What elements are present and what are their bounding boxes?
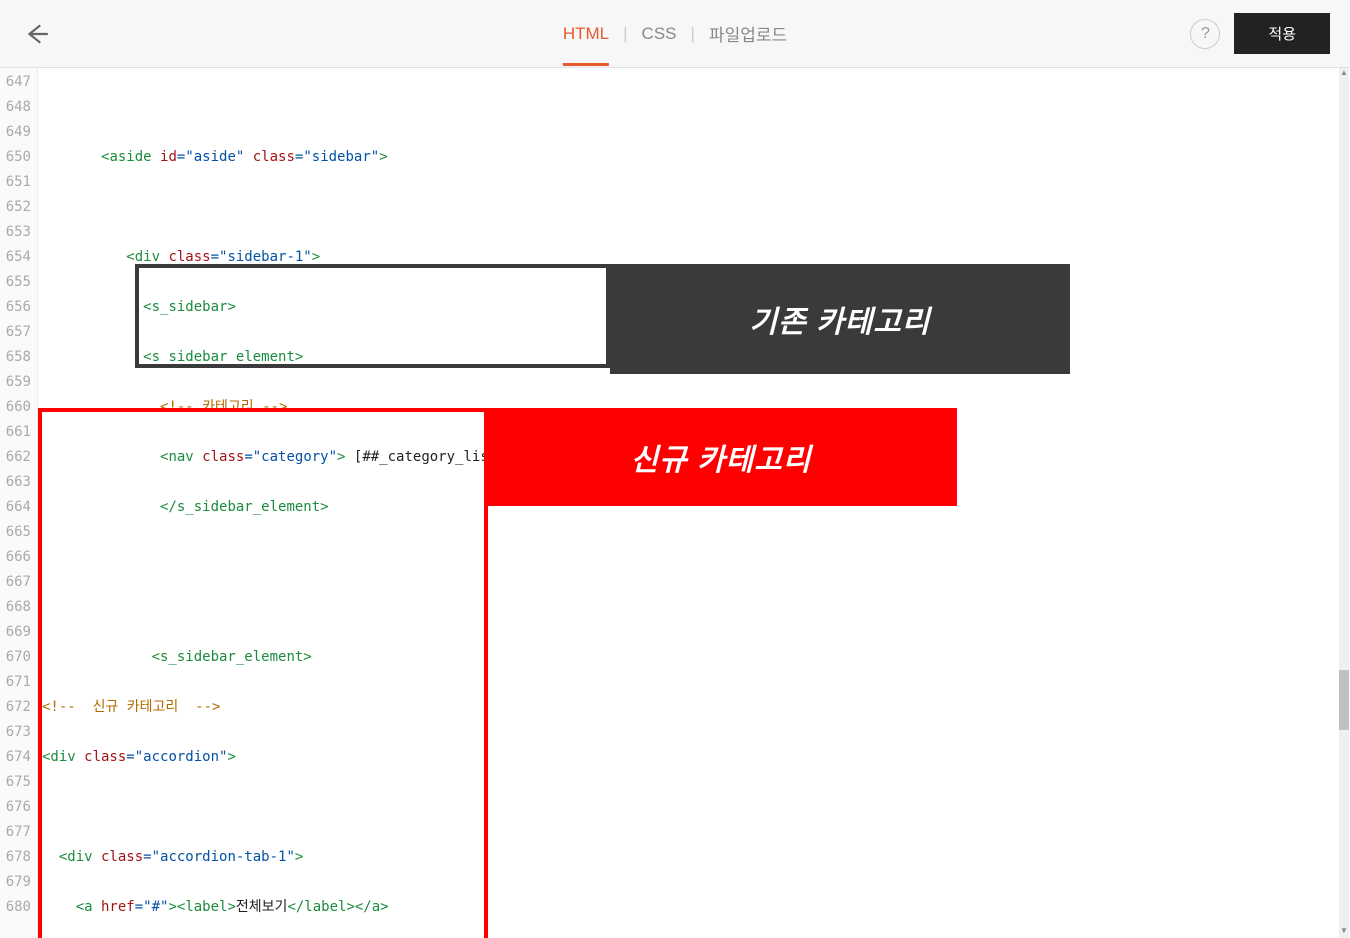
code-line	[42, 595, 1350, 620]
line-number: 680	[0, 895, 31, 920]
line-number: 673	[0, 720, 31, 745]
scroll-down-icon[interactable]: ▼	[1339, 926, 1349, 938]
tab-html[interactable]: HTML	[549, 24, 623, 44]
code-line	[42, 795, 1350, 820]
line-number: 676	[0, 795, 31, 820]
code-editor[interactable]: 6476486496506516526536546556566576586596…	[0, 68, 1350, 938]
top-toolbar: HTML | CSS | 파일업로드 ? 적용	[0, 0, 1350, 68]
line-number: 666	[0, 545, 31, 570]
editor-tabs: HTML | CSS | 파일업로드	[549, 21, 801, 46]
line-number: 664	[0, 495, 31, 520]
line-number: 651	[0, 170, 31, 195]
line-number: 656	[0, 295, 31, 320]
line-number: 667	[0, 570, 31, 595]
line-number: 649	[0, 120, 31, 145]
arrow-left-icon	[24, 21, 50, 47]
line-number: 661	[0, 420, 31, 445]
line-number: 655	[0, 270, 31, 295]
apply-button[interactable]: 적용	[1234, 13, 1330, 54]
line-number-gutter: 6476486496506516526536546556566576586596…	[0, 68, 38, 938]
line-number: 663	[0, 470, 31, 495]
vertical-scrollbar[interactable]: ▲ ▼	[1339, 68, 1349, 938]
line-number: 657	[0, 320, 31, 345]
annotation-label-new: 신규 카테고리	[485, 408, 957, 506]
line-number: 674	[0, 745, 31, 770]
line-number: 658	[0, 345, 31, 370]
code-line: <aside id="aside" class="sidebar">	[42, 145, 1350, 170]
line-number: 654	[0, 245, 31, 270]
code-line: <s_sidebar_element>	[42, 645, 1350, 670]
line-number: 660	[0, 395, 31, 420]
line-number: 652	[0, 195, 31, 220]
line-number: 677	[0, 820, 31, 845]
code-line	[42, 545, 1350, 570]
tab-css[interactable]: CSS	[628, 24, 691, 44]
line-number: 665	[0, 520, 31, 545]
line-number: 647	[0, 70, 31, 95]
line-number: 671	[0, 670, 31, 695]
line-number: 672	[0, 695, 31, 720]
help-button[interactable]: ?	[1190, 19, 1220, 49]
code-line: <!-- 신규 카테고리 -->	[42, 695, 1350, 720]
line-number: 678	[0, 845, 31, 870]
code-line	[42, 95, 1350, 120]
code-line: <div class="accordion-tab-1">	[42, 845, 1350, 870]
line-number: 669	[0, 620, 31, 645]
line-number: 668	[0, 595, 31, 620]
line-number: 670	[0, 645, 31, 670]
line-number: 679	[0, 870, 31, 895]
scroll-up-icon[interactable]: ▲	[1339, 68, 1349, 80]
line-number: 650	[0, 145, 31, 170]
line-number: 659	[0, 370, 31, 395]
code-line: <a href="#"><label>전체보기</label></a>	[42, 895, 1350, 920]
line-number: 662	[0, 445, 31, 470]
line-number: 653	[0, 220, 31, 245]
scroll-thumb[interactable]	[1339, 670, 1349, 730]
code-line: <div class="accordion">	[42, 745, 1350, 770]
line-number: 648	[0, 95, 31, 120]
code-line	[42, 195, 1350, 220]
tab-upload[interactable]: 파일업로드	[695, 21, 801, 46]
line-number: 675	[0, 770, 31, 795]
annotation-label-existing: 기존 카테고리	[610, 264, 1070, 374]
back-button[interactable]	[20, 17, 54, 51]
